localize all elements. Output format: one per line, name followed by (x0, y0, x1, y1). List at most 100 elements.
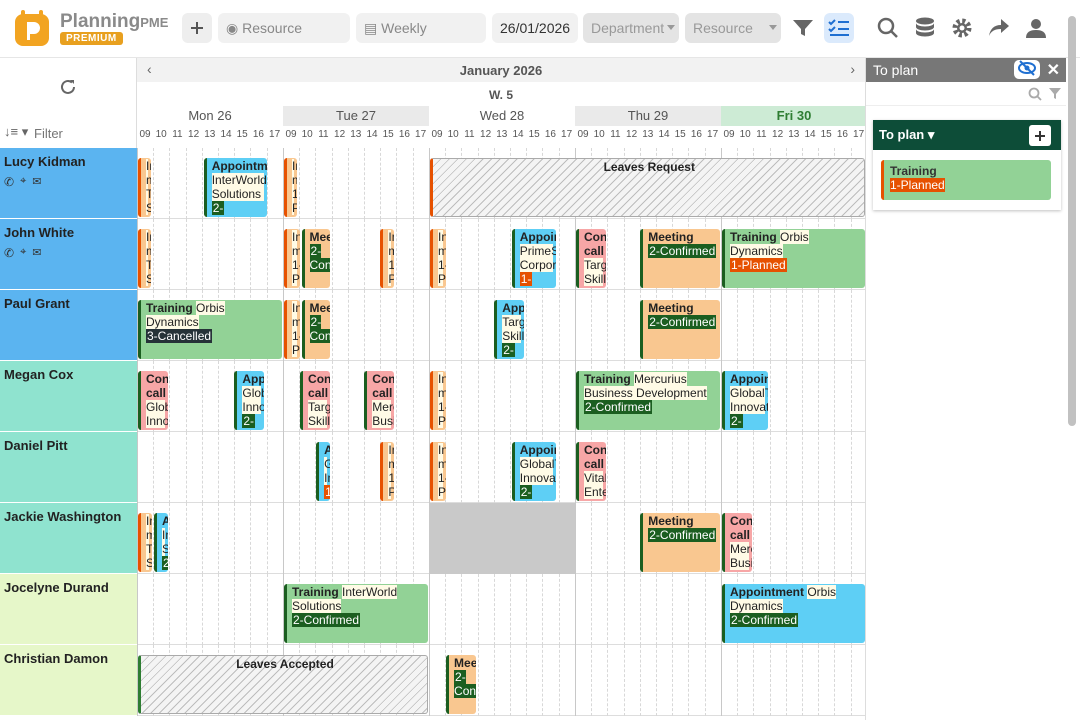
event-block[interactable]: Inm1-Pl (430, 371, 446, 430)
phone-icon[interactable]: ✆ (4, 175, 14, 189)
hour-gridline (737, 432, 739, 503)
email-icon[interactable]: ✉ (32, 175, 41, 189)
hide-eye-icon[interactable] (1014, 60, 1040, 79)
event-line: m (388, 244, 394, 258)
chevron-right-icon[interactable]: › (850, 61, 855, 77)
sort-icon[interactable]: ↓≡ ▾ (4, 124, 28, 140)
event-block[interactable]: Meeting 2-Confirmed (301, 300, 331, 359)
vertical-scrollbar[interactable] (1068, 16, 1076, 426)
event-block[interactable]: Conference call TargSkills (576, 229, 607, 288)
resource-row-header[interactable]: Christian Damon (0, 645, 137, 716)
hour-gridline (364, 148, 365, 219)
event-line: Inno (242, 400, 265, 414)
event-block[interactable]: A InSc2- (154, 513, 169, 572)
close-icon[interactable]: ✕ (1047, 60, 1060, 80)
database-button[interactable] (910, 13, 940, 43)
date-input[interactable]: 26/01/2026 (492, 13, 578, 43)
hour-gridline (185, 432, 187, 503)
event-block[interactable]: Meeting 2-Confirmed (446, 655, 477, 714)
resource-row-header[interactable]: Daniel Pitt (0, 432, 137, 503)
event-block[interactable]: Appointment GlobInno2- (234, 371, 265, 430)
refresh-icon[interactable] (59, 78, 77, 96)
hour-gridline (331, 290, 333, 361)
location-pin-icon[interactable]: ⌖ (20, 175, 26, 189)
event-block[interactable]: Appointment PrimeSpCorpora1- (511, 229, 557, 288)
resource-row-header[interactable]: Jocelyne Durand (0, 574, 137, 645)
share-button[interactable] (984, 13, 1014, 43)
search-button[interactable] (873, 13, 903, 43)
resource-row-header[interactable]: John White ✆ ⌖ ✉ (0, 219, 137, 290)
event-block[interactable]: Meeting 2-Confirmed (640, 229, 720, 288)
event-block[interactable]: InmTaSk (138, 229, 151, 288)
location-pin-icon[interactable]: ⌖ (20, 246, 26, 260)
event-block[interactable]: Meeting 2-Confirmed (301, 229, 331, 288)
resource-search-input[interactable]: ◉ Resource (218, 13, 350, 43)
schedule-row[interactable] (137, 432, 865, 503)
search-icon[interactable] (1028, 87, 1042, 101)
resource-filter-input[interactable] (34, 122, 134, 144)
event-block[interactable]: Training Orbis Dynamics 1-Planned (722, 229, 865, 288)
top-toolbar: PlanningPME PREMIUM ◉ Resource ▤ Weekly … (0, 0, 1080, 58)
event-block[interactable]: Appointment GlobalTInnovati2- (511, 442, 557, 501)
view-select[interactable]: ▤ Weekly (356, 13, 486, 43)
event-block[interactable]: Meeting 2-Confirmed (640, 300, 720, 359)
event-block[interactable]: Conference call MercBusi (364, 371, 395, 430)
event-block[interactable]: Inm1-Pl (284, 300, 300, 359)
user-account-button[interactable] (1021, 13, 1051, 43)
to-plan-task[interactable]: Training 1-Planned (881, 160, 1051, 200)
event-block[interactable]: Inm1-Pl (380, 229, 395, 288)
resource-row-header[interactable]: Lucy Kidman ✆ ⌖ ✉ (0, 148, 137, 219)
event-block[interactable]: Inm1-Pl (284, 229, 300, 288)
department-select[interactable]: Department (583, 13, 679, 43)
event-block[interactable]: Inm1-Pl (284, 158, 297, 217)
hour-gridline (802, 503, 803, 574)
add-button[interactable] (182, 13, 212, 43)
email-icon[interactable]: ✉ (32, 246, 41, 260)
event-block[interactable]: InmTaSk (138, 513, 153, 572)
event-block[interactable]: Training InterWorld Solutions 2-Confirmed (284, 584, 428, 643)
hour-label: 13 (496, 129, 508, 140)
resource-row-header[interactable]: Paul Grant (0, 290, 137, 361)
event-block[interactable]: Appointment InterWorldSolutions2- (203, 158, 268, 217)
hour-gridline (380, 503, 382, 574)
event-block[interactable]: Appointment TargSkills2- (494, 300, 525, 359)
hour-gridline (510, 219, 511, 290)
event-block[interactable]: Conference call VitaNEnte (576, 442, 607, 501)
hour-gridline (737, 645, 739, 716)
hour-gridline (510, 645, 511, 716)
event-block[interactable]: Training Orbis Dynamics 3-Cancelled (138, 300, 282, 359)
event-block[interactable]: Conference call MercBusi (722, 513, 753, 572)
event-block[interactable]: Ap GIn1- (316, 442, 331, 501)
to-plan-section-header[interactable]: To plan ▾ (873, 120, 1061, 150)
hour-label: 16 (690, 129, 702, 140)
phone-icon[interactable]: ✆ (4, 246, 14, 260)
event-block[interactable]: Appointment Orbis Dynamics 2-Confirmed (722, 584, 865, 643)
hour-gridline (445, 290, 447, 361)
event-line: m (292, 173, 297, 187)
event-block[interactable]: Leaves Accepted (138, 655, 428, 714)
filter-icon[interactable] (1048, 87, 1062, 101)
event-block[interactable]: Training Mercurius Business Development 2… (576, 371, 720, 430)
event-block[interactable]: Inm1-Pl (430, 229, 446, 288)
event-status: 2-Confirmed (648, 244, 717, 258)
resource-row-header[interactable]: Megan Cox (0, 361, 137, 432)
event-block[interactable]: InmTaSk (138, 158, 151, 217)
event-block[interactable]: Meeting 2-Confirmed (640, 513, 720, 572)
hour-label: 10 (301, 129, 313, 140)
add-task-button[interactable] (1029, 125, 1051, 146)
settings-button[interactable] (947, 13, 977, 43)
filter-button[interactable] (788, 13, 818, 43)
hour-gridline (218, 432, 219, 503)
event-block[interactable]: Inm1-Pl (430, 442, 446, 501)
event-block[interactable]: Inm1-Pl (380, 442, 395, 501)
event-block[interactable]: Conference call GlobInnov (138, 371, 169, 430)
task-list-button[interactable] (824, 13, 854, 43)
event-block[interactable]: Leaves Request (430, 158, 865, 217)
resource-row-header[interactable]: Jackie Washington (0, 503, 137, 574)
event-line: 1- (292, 187, 297, 201)
hour-gridline (185, 148, 187, 219)
hour-gridline (542, 361, 544, 432)
resource-select[interactable]: Resource (685, 13, 781, 43)
event-block[interactable]: Conference call TargSkills (300, 371, 331, 430)
event-block[interactable]: Appointment GlobalTInnovati2- (722, 371, 769, 430)
